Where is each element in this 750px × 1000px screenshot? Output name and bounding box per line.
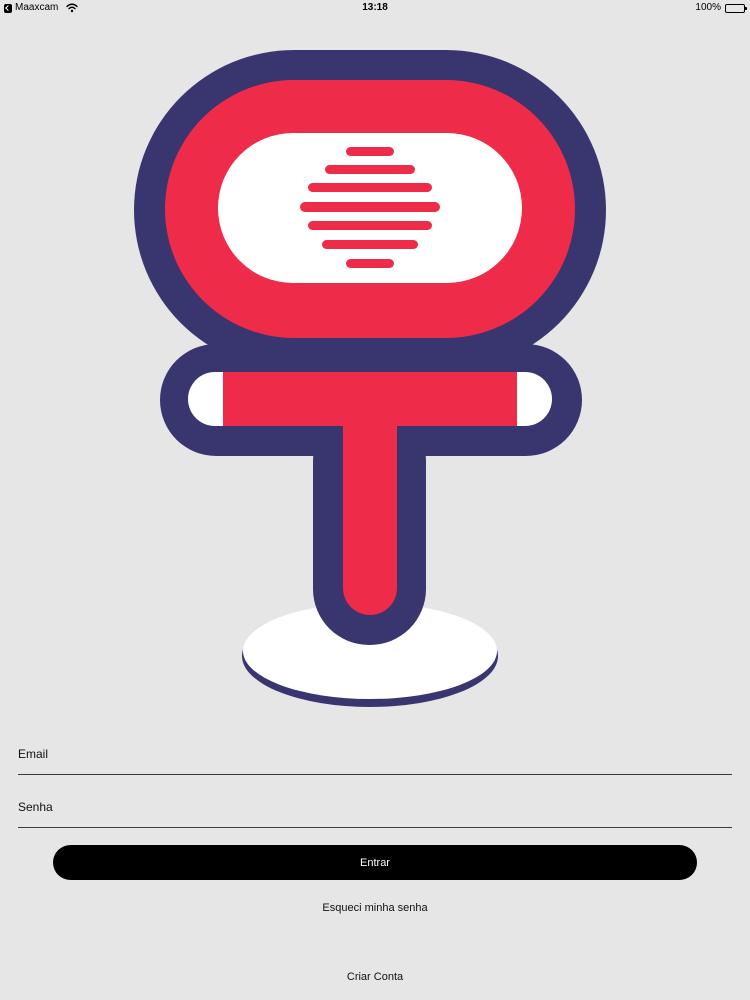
logo-stem-red — [343, 372, 397, 615]
email-field[interactable] — [18, 734, 732, 775]
grille-line — [308, 221, 432, 230]
email-input[interactable] — [18, 734, 732, 774]
grille-line — [322, 240, 418, 249]
password-input[interactable] — [18, 787, 732, 827]
create-account-link[interactable]: Criar Conta — [0, 971, 750, 983]
login-button[interactable]: Entrar — [53, 845, 697, 880]
forgot-password-link[interactable]: Esqueci minha senha — [0, 902, 750, 914]
microphone-logo — [134, 50, 606, 707]
password-field[interactable] — [18, 787, 732, 828]
grille-line — [346, 259, 394, 268]
grille-line — [325, 165, 415, 174]
grille-line — [346, 147, 394, 156]
grille-line — [308, 183, 432, 192]
grille-line — [300, 202, 440, 212]
